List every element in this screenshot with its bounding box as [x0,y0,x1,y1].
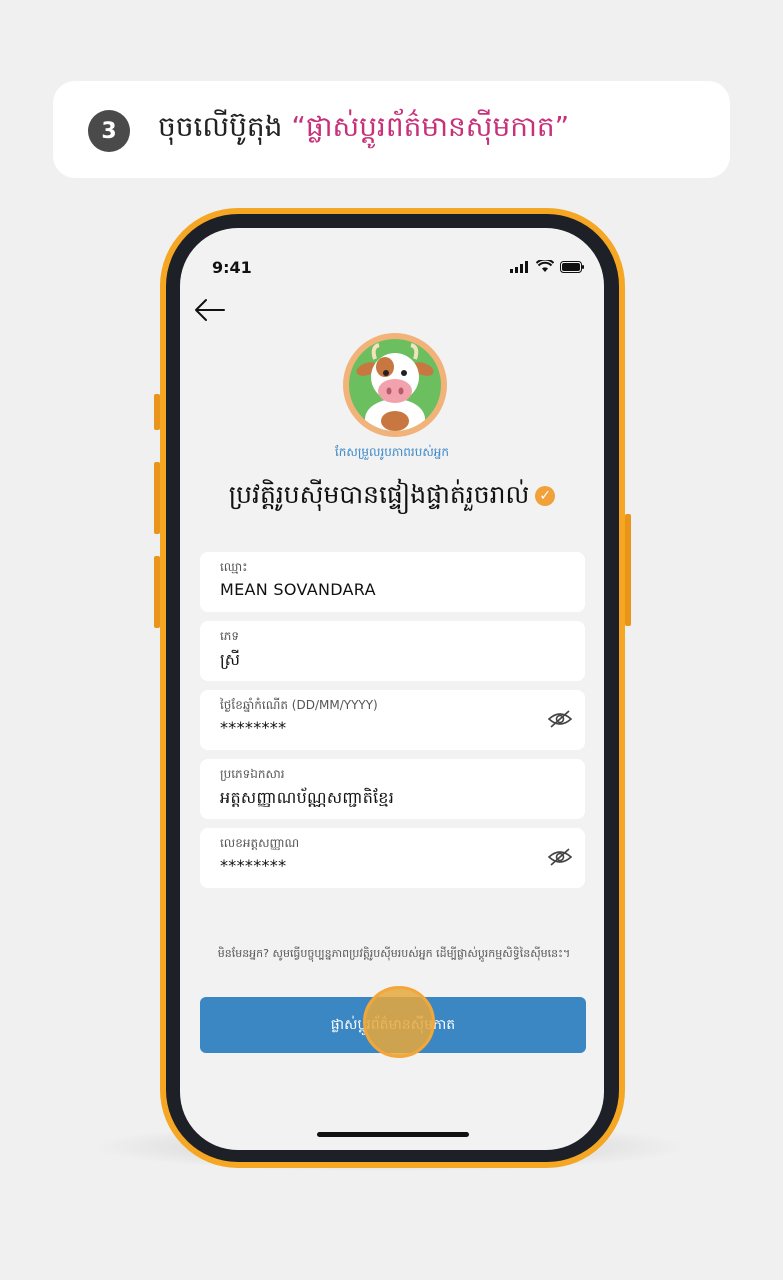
field-label: ឈ្មោះ [220,560,248,574]
phone-screen: 9:41 កែសម្រួលរូបភាពរបស់អ្នក ប្រវត្តិរូបស… [180,228,604,1150]
tap-indicator [363,986,435,1058]
back-arrow-icon[interactable] [190,290,230,330]
instruction-text: ចុចលើប៊ូតុង “ផ្លាស់ប្តូរព័ត៌មានស៊ីមកាត” [158,109,569,150]
field-label: ភេទ [220,629,240,643]
field-value: ******** [220,718,287,737]
verified-title: ប្រវត្តិរូបស៊ីមបានផ្ទៀងផ្ទាត់រួចរាល់ ✓ [180,480,604,516]
phone-frame: 9:41 កែសម្រួលរូបភាពរបស់អ្នក ប្រវត្តិរូបស… [154,208,631,1168]
eye-off-icon[interactable] [547,846,573,868]
name-field[interactable]: ឈ្មោះ MEAN SOVANDARA [200,552,585,612]
field-label: ប្រភេទឯកសារ [220,767,285,781]
gender-field[interactable]: ភេទ ស្រី [200,621,585,681]
cow-illustration [356,343,434,431]
document-type-field[interactable]: ប្រភេទឯកសារ អត្តសញ្ញាណប័ណ្ណសញ្ជាតិខ្មែរ [200,759,585,819]
volume-down-button [154,556,160,628]
instruction-highlight: “ផ្លាស់ប្តូរព័ត៌មានស៊ីមកាត” [291,110,570,143]
instruction-prefix: ចុចលើប៊ូតុង [158,110,292,143]
field-value: ******** [220,856,287,875]
power-button [625,514,631,626]
mute-switch [154,394,160,430]
home-indicator [317,1132,469,1137]
ownership-notice: មិនមែនអ្នក? សូមធ្វើបច្ចុប្បន្នភាពប្រវត្ត… [217,947,571,960]
field-label: ថ្ងៃខែឆ្នាំកំណើត (DD/MM/YYYY) [220,698,378,712]
edit-photo-link[interactable]: កែសម្រួលរូបភាពរបស់អ្នក [180,444,604,462]
wifi-icon [536,260,554,272]
eye-off-icon[interactable] [547,708,573,730]
step-number-badge: 3 [88,110,130,152]
field-value: ស្រី [220,650,241,669]
volume-up-button [154,462,160,534]
status-icons [510,260,584,273]
verified-title-text: ប្រវត្តិរូបស៊ីមបានផ្ទៀងផ្ទាត់រួចរាល់ [228,480,530,509]
field-value: អត្តសញ្ញាណប័ណ្ណសញ្ជាតិខ្មែរ [220,788,395,807]
battery-icon [560,260,584,273]
field-label: លេខអត្តសញ្ញាណ [220,836,300,850]
avatar-image [349,339,441,431]
status-time: 9:41 [212,258,252,277]
check-badge-icon: ✓ [535,486,556,506]
field-value: MEAN SOVANDARA [220,580,376,599]
avatar[interactable] [343,333,447,437]
dob-field[interactable]: ថ្ងៃខែឆ្នាំកំណើត (DD/MM/YYYY) ******** [200,690,585,750]
id-number-field[interactable]: លេខអត្តសញ្ញាណ ******** [200,828,585,888]
signal-icon [510,260,528,273]
